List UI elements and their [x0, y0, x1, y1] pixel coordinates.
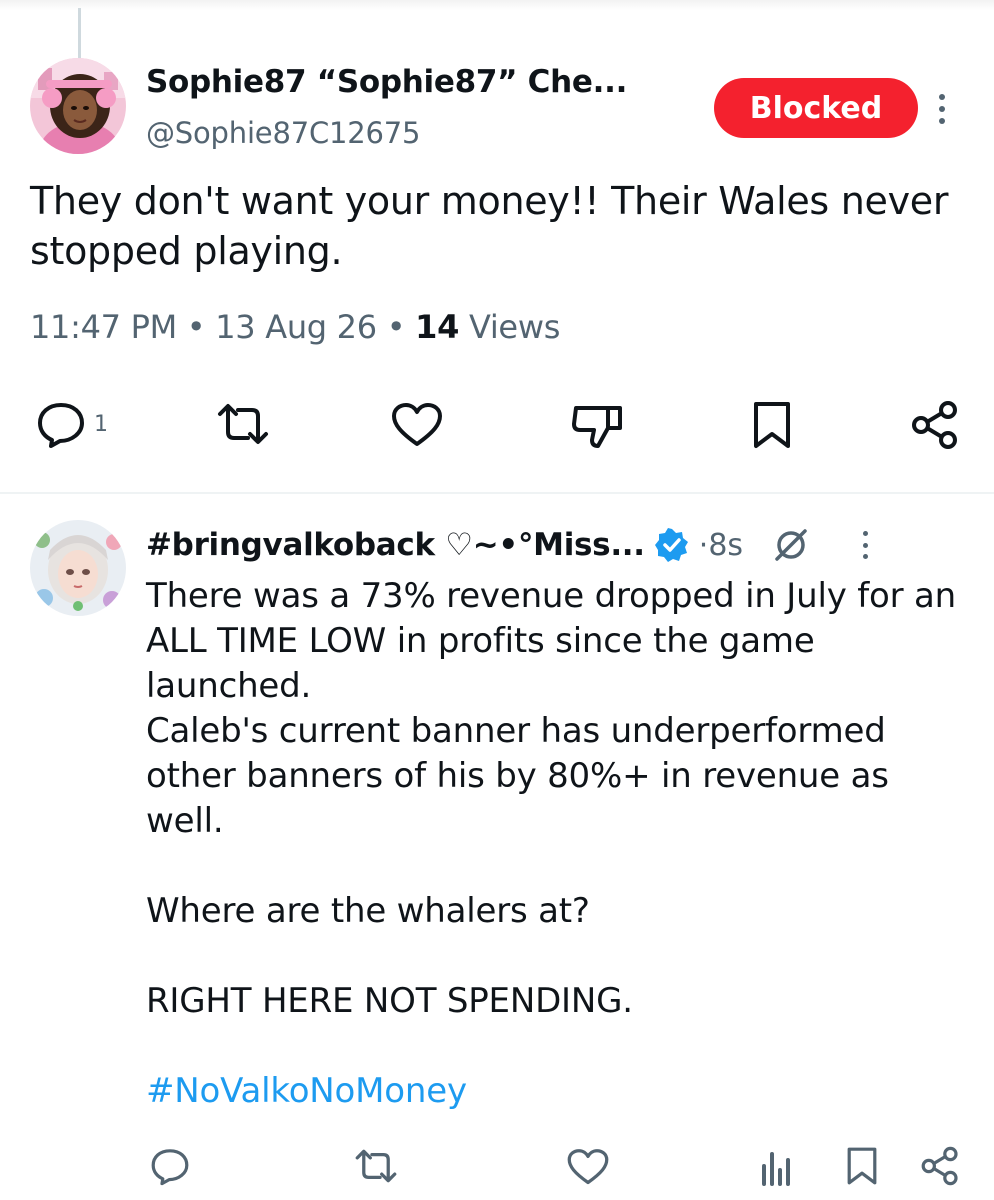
retweet-icon	[218, 404, 268, 444]
reply-button[interactable]: 1	[36, 400, 108, 448]
heart-icon	[392, 403, 442, 446]
thumbs-down-icon	[572, 406, 622, 448]
share-button[interactable]	[910, 400, 960, 450]
more-options-icon[interactable]	[936, 94, 948, 124]
display-name[interactable]: #bringvalkoback ♡~•°Miss...	[146, 527, 645, 563]
share-button[interactable]	[920, 1146, 960, 1186]
verified-badge-icon[interactable]	[654, 528, 689, 562]
blocked-button[interactable]: Blocked	[714, 78, 918, 138]
retweet-button[interactable]	[216, 402, 270, 446]
avatar[interactable]	[30, 520, 126, 616]
meta-separator: •	[386, 308, 406, 346]
avatar[interactable]	[30, 58, 126, 154]
like-button[interactable]	[566, 1148, 610, 1186]
text-line	[146, 934, 976, 979]
text-line: RIGHT HERE NOT SPENDING.	[146, 981, 633, 1021]
hashtag-link[interactable]: #NoValkoNoMoney	[146, 1069, 976, 1114]
tweet-text: They don't want your money!! Their Wales…	[30, 179, 949, 273]
tweet-timestamp[interactable]: ·8s	[699, 528, 743, 563]
views-label: Views	[468, 308, 561, 346]
text-line	[146, 844, 976, 889]
share-icon	[912, 401, 957, 449]
focused-tweet: Sophie87 “Sophie87” Che... @Sophie87C126…	[0, 0, 994, 492]
reply-icon	[38, 403, 84, 448]
tweet-metadata: 11:47 PM • 13 Aug 26 • 14 Views	[30, 308, 560, 346]
tweet-divider	[0, 492, 994, 494]
meta-separator: •	[186, 308, 206, 346]
like-button[interactable]	[390, 402, 444, 448]
text-line: There was a 73% revenue dropped in July …	[146, 576, 956, 706]
reply-text: There was a 73% revenue dropped in July …	[146, 574, 976, 1114]
tweet-date[interactable]: 13 Aug 26	[215, 308, 377, 346]
display-name[interactable]: Sophie87 “Sophie87” Che...	[146, 64, 686, 100]
retweet-icon	[355, 1149, 397, 1183]
text-line: Where are the whalers at?	[146, 891, 590, 931]
relative-time: 8s	[708, 527, 744, 563]
bookmark-icon	[847, 1147, 877, 1185]
more-options-icon[interactable]	[861, 531, 869, 559]
bookmark-button[interactable]	[846, 1146, 878, 1186]
views-button[interactable]	[760, 1146, 794, 1186]
time-separator: ·	[698, 527, 709, 563]
dislike-button[interactable]	[570, 402, 624, 450]
bookmark-button[interactable]	[752, 400, 792, 450]
text-line: Caleb's current banner has underperforme…	[146, 711, 889, 841]
retweet-button[interactable]	[354, 1148, 398, 1184]
reply-icon	[151, 1149, 189, 1186]
reply-count: 1	[94, 411, 108, 437]
heart-icon	[567, 1149, 609, 1185]
views-count: 14	[415, 308, 460, 346]
tweet-time[interactable]: 11:47 PM	[30, 308, 177, 346]
username-handle[interactable]: @Sophie87C12675	[146, 116, 420, 150]
text-line	[146, 1024, 976, 1069]
reply-header: #bringvalkoback ♡~•°Miss... ·8s	[146, 522, 986, 568]
grok-icon[interactable]	[773, 527, 809, 563]
bookmark-icon	[754, 402, 790, 448]
share-icon	[921, 1146, 958, 1186]
bar-chart-icon	[762, 1152, 790, 1186]
reply-button[interactable]	[150, 1146, 190, 1186]
